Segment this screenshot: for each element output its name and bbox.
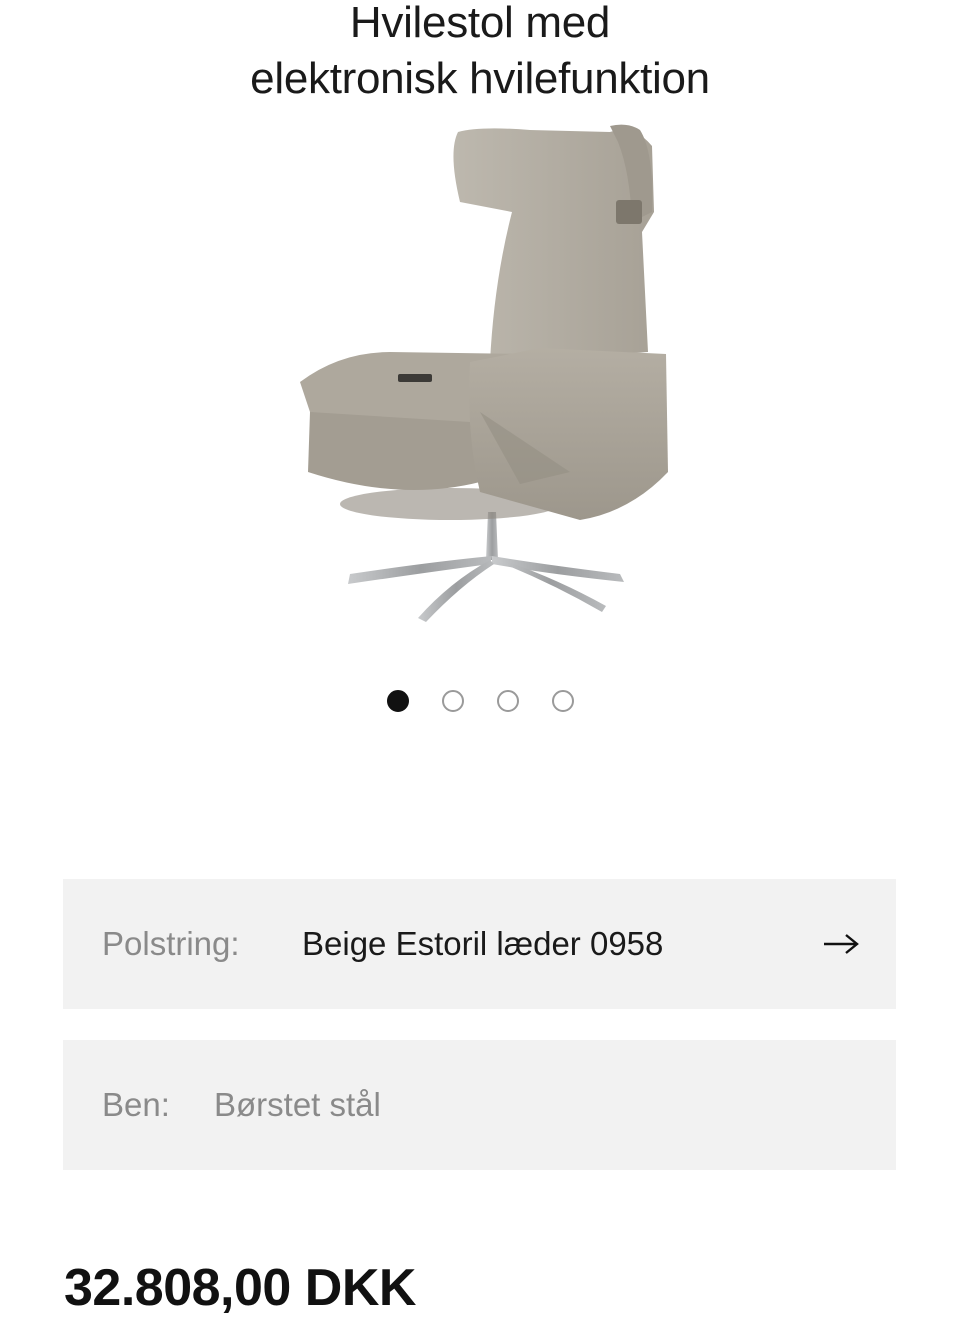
carousel-dot[interactable] <box>441 690 464 712</box>
carousel-dot[interactable] <box>551 690 574 712</box>
carousel-dot[interactable] <box>496 690 519 712</box>
product-price: 32.808,00 DKK <box>64 1259 416 1317</box>
legs-label: Ben: <box>102 1086 170 1123</box>
chair-backrest <box>453 128 654 362</box>
chair-base <box>348 512 624 622</box>
recliner-chair-image[interactable] <box>280 112 680 632</box>
carousel-dots <box>0 690 960 712</box>
arrow-right-icon[interactable] <box>822 932 860 956</box>
carousel-dot[interactable] <box>386 690 409 712</box>
product-title: Hvilestol med elektronisk hvilefunktion <box>0 0 960 107</box>
product-page: Hvilestol med elektronisk hvilefunktion <box>0 0 960 1319</box>
upholstery-label: Polstring: <box>102 925 240 962</box>
product-title-line-1: Hvilestol med <box>349 0 611 48</box>
legs-value: Børstet stål <box>214 1086 381 1123</box>
product-title-line-2: elektronisk hvilefunktion <box>250 54 710 104</box>
legs-option: Ben: Børstet stål <box>63 1040 896 1170</box>
upholstery-value: Beige Estoril læder 0958 <box>302 925 664 962</box>
upholstery-option[interactable]: Polstring: Beige Estoril læder 0958 <box>63 879 896 1009</box>
